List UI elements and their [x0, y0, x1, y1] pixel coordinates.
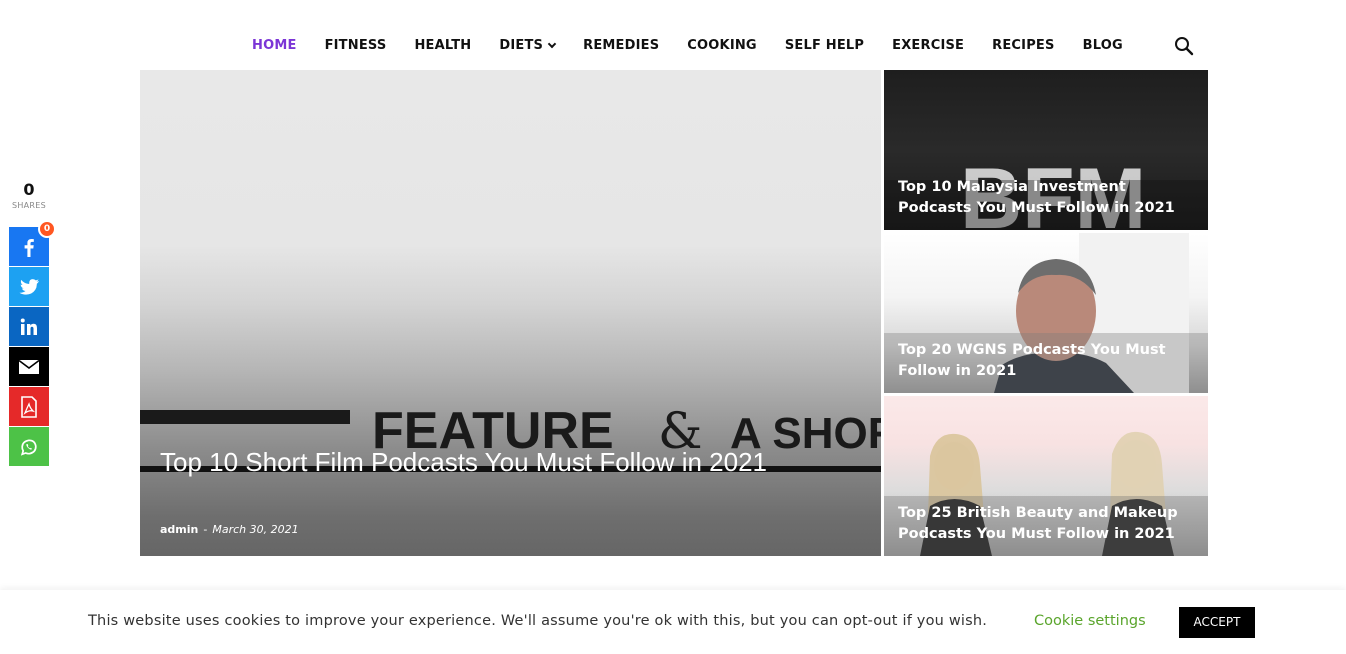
- side-post-title[interactable]: Top 20 WGNS Podcasts You Must Follow in …: [898, 340, 1198, 382]
- side-post-title[interactable]: Top 25 British Beauty and Makeup Podcast…: [898, 503, 1198, 545]
- nav-item-health[interactable]: HEALTH: [414, 37, 471, 55]
- facebook-icon: [24, 238, 34, 257]
- post-author[interactable]: admin: [160, 523, 198, 536]
- side-post-card[interactable]: Top 25 British Beauty and Makeup Podcast…: [884, 396, 1208, 556]
- featured-post-meta: admin - March 30, 2021: [160, 523, 299, 536]
- cookie-accept-button[interactable]: ACCEPT: [1179, 607, 1255, 638]
- nav-item-remedies[interactable]: REMEDIES: [583, 37, 659, 55]
- main-navigation: HOME FITNESS HEALTH DIETS REMEDIES COOKI…: [0, 0, 1346, 70]
- share-twitter-button[interactable]: [9, 267, 49, 306]
- share-counter: 0 SHARES: [9, 180, 49, 212]
- share-linkedin-button[interactable]: [9, 307, 49, 346]
- search-button[interactable]: [1174, 36, 1194, 56]
- nav-item-home[interactable]: HOME: [252, 37, 297, 55]
- nav-item-label: COOKING: [687, 38, 757, 53]
- share-pdf-button[interactable]: [9, 387, 49, 426]
- pdf-icon: [21, 395, 37, 418]
- share-email-button[interactable]: [9, 347, 49, 386]
- cookie-consent-bar: This website uses cookies to improve you…: [0, 590, 1346, 654]
- whatsapp-icon: [20, 438, 37, 456]
- share-count-label: SHARES: [11, 201, 47, 210]
- nav-item-fitness[interactable]: FITNESS: [325, 37, 387, 55]
- nav-item-exercise[interactable]: EXERCISE: [892, 37, 964, 55]
- nav-item-label: BLOG: [1082, 38, 1123, 53]
- share-count-value: 0: [23, 180, 35, 199]
- meta-separator: -: [203, 523, 208, 536]
- nav-item-diets[interactable]: DIETS: [499, 37, 557, 55]
- featured-post-title[interactable]: Top 10 Short Film Podcasts You Must Foll…: [160, 445, 800, 479]
- chevron-down-icon: [547, 39, 557, 49]
- nav-item-blog[interactable]: BLOG: [1083, 37, 1123, 55]
- nav-item-cooking[interactable]: COOKING: [687, 37, 757, 55]
- nav-item-recipes[interactable]: RECIPES: [992, 37, 1054, 55]
- nav-item-label: DIETS: [499, 38, 544, 53]
- side-post-card[interactable]: Top 20 WGNS Podcasts You Must Follow in …: [884, 233, 1208, 393]
- share-whatsapp-button[interactable]: [9, 427, 49, 466]
- cookie-settings-link[interactable]: Cookie settings: [1034, 613, 1146, 629]
- nav-item-label: SELF HELP: [784, 38, 865, 53]
- twitter-icon: [19, 278, 39, 295]
- post-date: March 30, 2021: [212, 523, 299, 536]
- search-icon: [1175, 37, 1194, 56]
- nav-item-self-help[interactable]: SELF HELP: [785, 37, 864, 55]
- nav-item-label: REMEDIES: [583, 38, 660, 53]
- cookie-message: This website uses cookies to improve you…: [88, 613, 988, 629]
- nav-item-label: HOME: [252, 38, 297, 53]
- side-post-card[interactable]: BFM Top 10 Malaysia Investment Podcasts …: [884, 70, 1208, 230]
- nav-item-label: HEALTH: [414, 38, 472, 53]
- nav-item-label: FITNESS: [324, 38, 387, 53]
- nav-menu: HOME FITNESS HEALTH DIETS REMEDIES COOKI…: [252, 37, 1151, 55]
- email-icon: [18, 359, 40, 374]
- linkedin-icon: [20, 318, 37, 335]
- facebook-share-badge: 0: [38, 220, 56, 238]
- nav-item-label: EXERCISE: [892, 38, 965, 53]
- side-post-title[interactable]: Top 10 Malaysia Investment Podcasts You …: [898, 177, 1198, 219]
- nav-item-label: RECIPES: [992, 38, 1055, 53]
- featured-post[interactable]: FEATURE & A SHORT Top 10 Short Film Podc…: [140, 70, 881, 556]
